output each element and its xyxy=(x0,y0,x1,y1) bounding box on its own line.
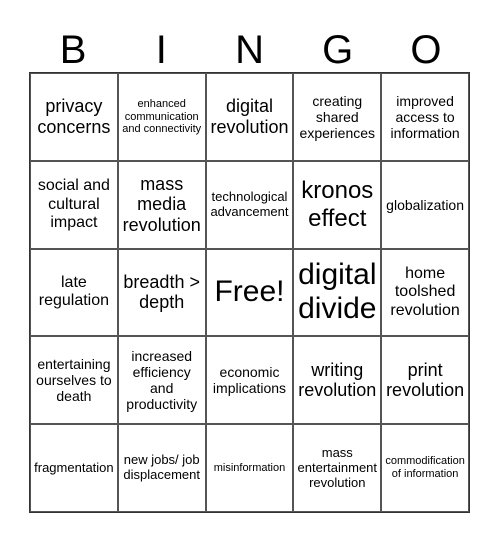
bingo-cell[interactable]: print revolution xyxy=(381,336,469,425)
bingo-cell[interactable]: improved access to information xyxy=(381,73,469,161)
bingo-cell[interactable]: social and cultural impact xyxy=(30,160,118,249)
bingo-cell[interactable]: digital revolution xyxy=(205,73,294,161)
bingo-cell[interactable]: privacy concerns xyxy=(30,73,118,161)
bingo-cell[interactable]: technological advancement xyxy=(205,160,294,249)
bingo-cell[interactable]: mass entertainment revolution xyxy=(293,424,382,512)
header-letter-b: B xyxy=(59,28,87,72)
bingo-cell[interactable]: entertaining ourselves to death xyxy=(30,336,118,425)
bingo-cell[interactable]: breadth > depth xyxy=(117,248,206,337)
bingo-cell[interactable]: late regulation xyxy=(30,248,118,337)
bingo-cell[interactable]: increased efficiency and productivity xyxy=(117,336,206,425)
bingo-cell[interactable]: home toolshed revolution xyxy=(381,248,469,337)
bingo-cell[interactable]: globalization xyxy=(381,160,469,249)
bingo-cell[interactable]: economic implications xyxy=(205,336,294,425)
bingo-cell[interactable]: commodification of information xyxy=(381,424,469,512)
header-letter-o: O xyxy=(410,28,442,72)
bingo-grid: privacy concerns enhanced communication … xyxy=(29,72,470,513)
bingo-cell[interactable]: mass media revolution xyxy=(117,160,206,249)
header-letter-g: G xyxy=(322,28,354,72)
header-letter-n: N xyxy=(235,28,264,72)
bingo-cell[interactable]: misinformation xyxy=(205,424,294,512)
bingo-cell[interactable]: writing revolution xyxy=(293,336,382,425)
bingo-header: B I N G O xyxy=(29,28,470,72)
bingo-cell[interactable]: fragmentation xyxy=(30,424,118,512)
header-letter-i: I xyxy=(155,28,167,72)
bingo-cell[interactable]: creating shared experiences xyxy=(293,73,382,161)
bingo-cell[interactable]: new jobs/ job displacement xyxy=(117,424,206,512)
free-space[interactable]: Free! xyxy=(205,248,294,337)
bingo-cell[interactable]: kronos effect xyxy=(293,160,382,249)
bingo-cell[interactable]: digital divide xyxy=(293,248,382,337)
bingo-cell[interactable]: enhanced communication and connectivity xyxy=(117,73,206,161)
